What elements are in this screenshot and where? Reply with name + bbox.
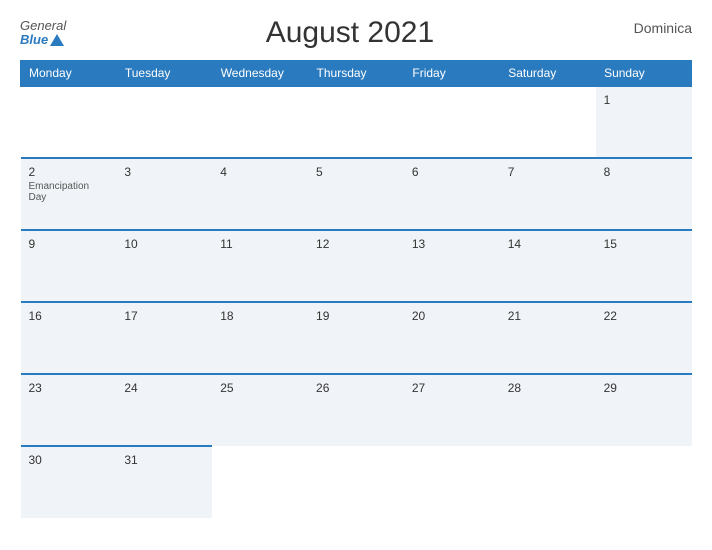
- col-monday: Monday: [21, 61, 117, 87]
- calendar-cell: 9: [21, 230, 117, 302]
- calendar-cell: 5: [308, 158, 404, 230]
- calendar-cell: [308, 86, 404, 158]
- day-number: 6: [412, 165, 492, 179]
- day-number: 1: [604, 93, 684, 107]
- day-number: 24: [124, 381, 204, 395]
- calendar-cell: 14: [500, 230, 596, 302]
- day-event: Emancipation Day: [29, 181, 109, 203]
- page: General Blue August 2021 Dominica Monday…: [0, 0, 712, 550]
- day-number: 21: [508, 309, 588, 323]
- calendar-cell: 12: [308, 230, 404, 302]
- day-number: 19: [316, 309, 396, 323]
- calendar-cell: [404, 86, 500, 158]
- day-number: 11: [220, 237, 300, 251]
- logo-triangle-icon: [50, 34, 64, 46]
- day-number: 23: [29, 381, 109, 395]
- calendar-cell: [308, 446, 404, 518]
- calendar-cell: [404, 446, 500, 518]
- calendar-cell: 18: [212, 302, 308, 374]
- calendar-header-row: Monday Tuesday Wednesday Thursday Friday…: [21, 61, 692, 87]
- day-number: 9: [29, 237, 109, 251]
- day-number: 16: [29, 309, 109, 323]
- col-wednesday: Wednesday: [212, 61, 308, 87]
- day-number: 4: [220, 165, 300, 179]
- logo-general-text: General: [20, 19, 66, 33]
- col-saturday: Saturday: [500, 61, 596, 87]
- logo-blue-text: Blue: [20, 33, 64, 47]
- calendar-cell: 1: [596, 86, 692, 158]
- header: General Blue August 2021 Dominica: [20, 16, 692, 50]
- calendar-cell: [596, 446, 692, 518]
- day-number: 14: [508, 237, 588, 251]
- calendar-cell: 8: [596, 158, 692, 230]
- day-number: 10: [124, 237, 204, 251]
- calendar-cell: 4: [212, 158, 308, 230]
- day-number: 30: [29, 453, 109, 467]
- calendar-cell: 29: [596, 374, 692, 446]
- col-thursday: Thursday: [308, 61, 404, 87]
- calendar-cell: 10: [116, 230, 212, 302]
- calendar-cell: 6: [404, 158, 500, 230]
- calendar-cell: 15: [596, 230, 692, 302]
- day-number: 5: [316, 165, 396, 179]
- calendar-cell: 22: [596, 302, 692, 374]
- calendar-week-row: 9 10 11 12 13 14 15: [21, 230, 692, 302]
- day-number: 17: [124, 309, 204, 323]
- col-tuesday: Tuesday: [116, 61, 212, 87]
- calendar-cell: 11: [212, 230, 308, 302]
- day-number: 31: [124, 453, 204, 467]
- calendar-cell: 30: [21, 446, 117, 518]
- calendar-cell: 13: [404, 230, 500, 302]
- day-number: 26: [316, 381, 396, 395]
- calendar-cell: 2 Emancipation Day: [21, 158, 117, 230]
- calendar-cell: [116, 86, 212, 158]
- calendar-cell: 20: [404, 302, 500, 374]
- day-number: 12: [316, 237, 396, 251]
- calendar-cell: 16: [21, 302, 117, 374]
- calendar-cell: [212, 86, 308, 158]
- calendar-cell: 24: [116, 374, 212, 446]
- calendar-cell: 7: [500, 158, 596, 230]
- country-label: Dominica: [634, 20, 692, 36]
- day-number: 13: [412, 237, 492, 251]
- calendar-cell: [500, 86, 596, 158]
- calendar-cell: [212, 446, 308, 518]
- day-number: 2: [29, 165, 109, 179]
- day-number: 15: [604, 237, 684, 251]
- calendar-cell: 27: [404, 374, 500, 446]
- calendar-table: Monday Tuesday Wednesday Thursday Friday…: [20, 60, 692, 518]
- day-number: 29: [604, 381, 684, 395]
- calendar-cell: 25: [212, 374, 308, 446]
- day-number: 18: [220, 309, 300, 323]
- calendar-cell: 21: [500, 302, 596, 374]
- calendar-week-row: 16 17 18 19 20 21 22: [21, 302, 692, 374]
- day-number: 25: [220, 381, 300, 395]
- col-sunday: Sunday: [596, 61, 692, 87]
- day-number: 28: [508, 381, 588, 395]
- calendar-cell: 26: [308, 374, 404, 446]
- calendar-cell: 17: [116, 302, 212, 374]
- calendar-cell: [21, 86, 117, 158]
- calendar-cell: 28: [500, 374, 596, 446]
- calendar-cell: 3: [116, 158, 212, 230]
- day-number: 27: [412, 381, 492, 395]
- day-number: 20: [412, 309, 492, 323]
- day-number: 22: [604, 309, 684, 323]
- col-friday: Friday: [404, 61, 500, 87]
- calendar-week-row: 2 Emancipation Day 3 4 5 6 7 8: [21, 158, 692, 230]
- month-title: August 2021: [66, 16, 633, 50]
- calendar-week-row: 1: [21, 86, 692, 158]
- day-number: 8: [604, 165, 684, 179]
- logo: General Blue: [20, 19, 66, 48]
- calendar-cell: 31: [116, 446, 212, 518]
- calendar-week-row: 23 24 25 26 27 28 29: [21, 374, 692, 446]
- calendar-cell: 19: [308, 302, 404, 374]
- day-number: 7: [508, 165, 588, 179]
- calendar-week-row: 30 31: [21, 446, 692, 518]
- day-number: 3: [124, 165, 204, 179]
- calendar-cell: [500, 446, 596, 518]
- calendar-cell: 23: [21, 374, 117, 446]
